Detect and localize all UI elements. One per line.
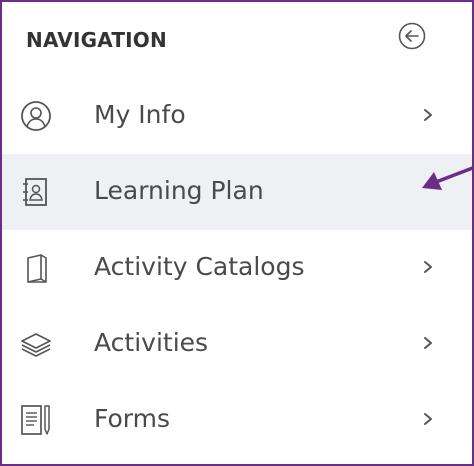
nav-item-label: My Info: [94, 100, 186, 129]
layers-icon: [21, 333, 51, 357]
nav-item-forms[interactable]: Forms: [2, 382, 472, 458]
navigation-header: NAVIGATION: [2, 2, 472, 78]
nav-item-my-info[interactable]: My Info: [2, 78, 472, 154]
chevron-right-icon: [424, 337, 432, 349]
nav-item-activities[interactable]: Activities: [2, 306, 472, 382]
nav-item-label: Activities: [94, 328, 209, 357]
user-circle-icon: [21, 101, 51, 131]
nav-item-label: Learning Plan: [94, 176, 264, 205]
form-pen-icon: [21, 405, 50, 435]
chevron-right-icon: [424, 261, 432, 273]
navigation-title: NAVIGATION: [26, 28, 167, 52]
nav-item-label: Forms: [94, 404, 171, 433]
chevron-right-icon: [424, 109, 432, 121]
nav-item-activity-catalogs[interactable]: Activity Catalogs: [2, 230, 472, 306]
book-icon: [27, 254, 47, 283]
contact-book-icon: [23, 178, 47, 206]
chevron-right-icon: [424, 413, 432, 425]
annotation-arrow-icon: [422, 166, 472, 190]
navigation-panel: NAVIGATION My Info Learning Plan Activit…: [0, 0, 474, 466]
nav-item-learning-plan[interactable]: Learning Plan: [2, 154, 472, 230]
collapse-arrow-left-icon[interactable]: [398, 22, 426, 50]
nav-item-label: Activity Catalogs: [94, 252, 305, 281]
